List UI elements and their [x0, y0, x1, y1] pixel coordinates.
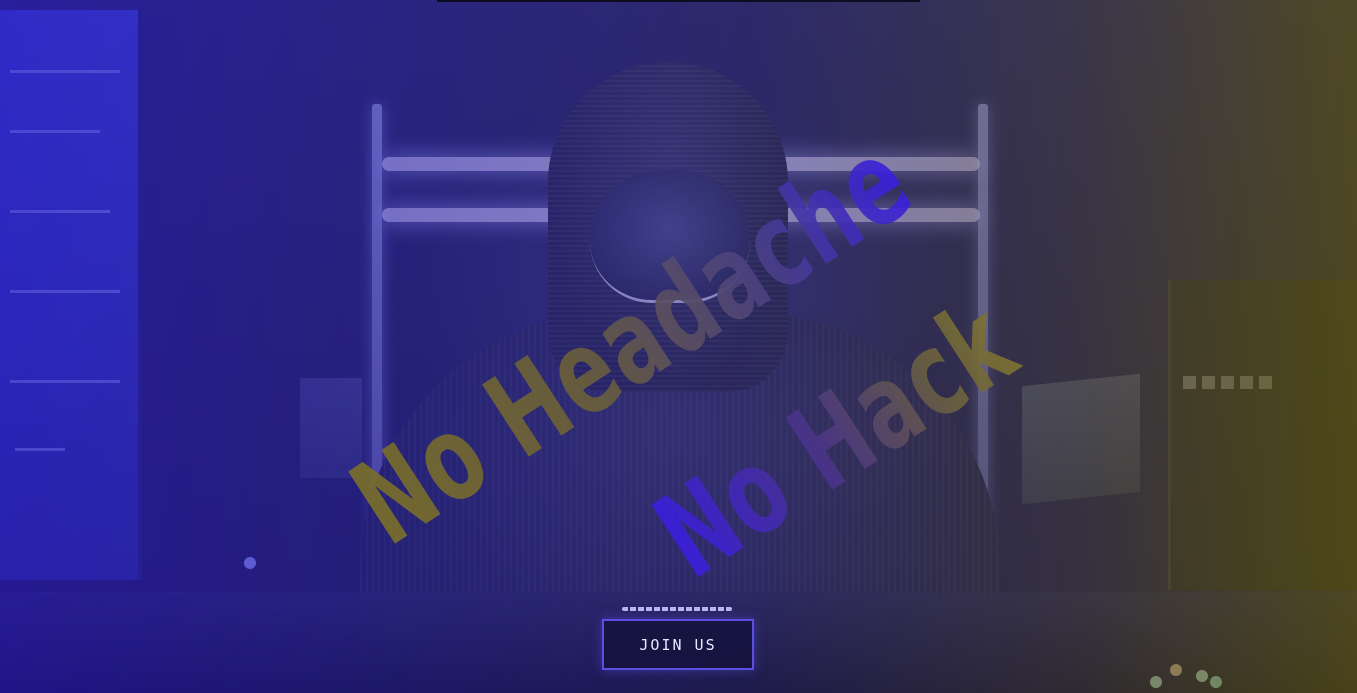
background-monitor-right — [1168, 280, 1357, 590]
join-us-button[interactable]: JOIN US — [602, 619, 754, 670]
top-edge-bar — [437, 0, 920, 2]
background-screen-right — [1022, 373, 1140, 505]
hero-section: No Headache No Hack JOIN US — [0, 0, 1357, 693]
background-monitor-left — [0, 10, 142, 580]
dashed-divider-icon — [622, 607, 732, 611]
